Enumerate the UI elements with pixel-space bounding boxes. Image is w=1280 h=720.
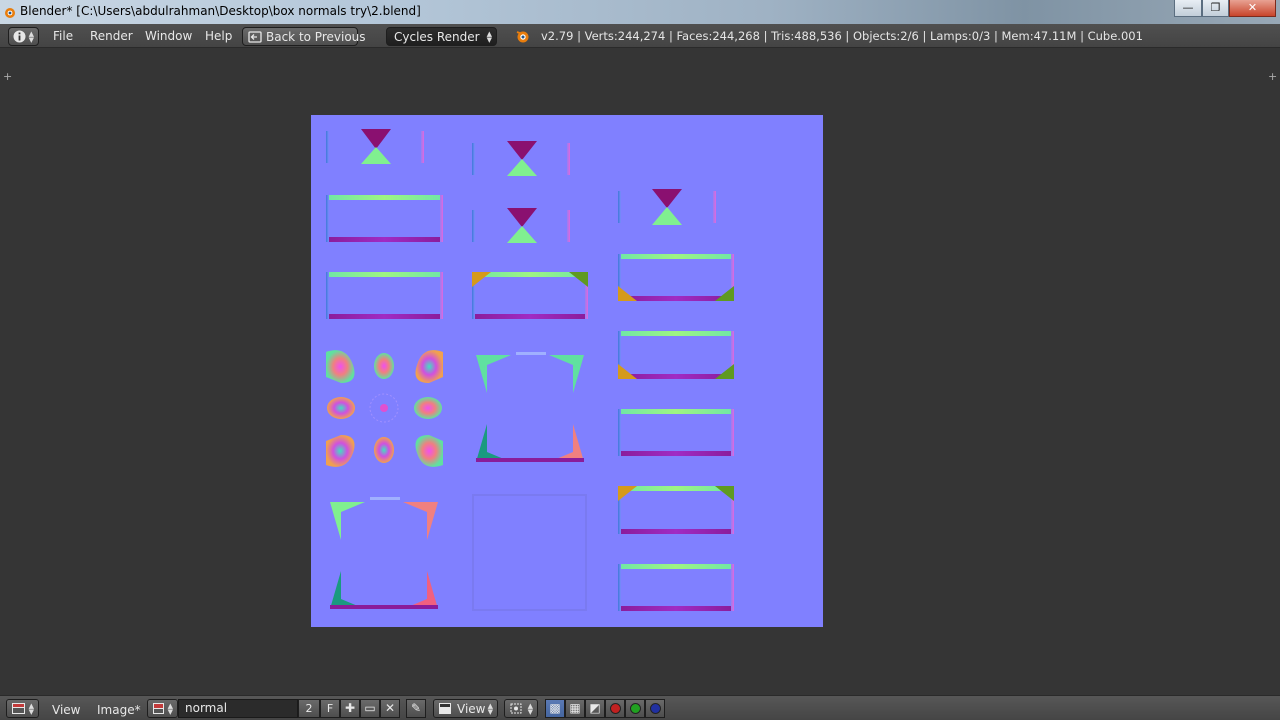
updown-arrows-icon: ▲ ▼: [487, 702, 493, 716]
red-channel-icon: [610, 703, 621, 714]
view-mode-dropdown[interactable]: View ▲ ▼: [433, 699, 498, 718]
view-mode-label: View: [457, 702, 486, 716]
image-editor-icon: [12, 703, 25, 714]
updown-arrows-icon: ▲ ▼: [486, 30, 492, 44]
pivot-icon: [510, 703, 522, 714]
alpha-icon: ▦: [569, 701, 581, 715]
window-title: Blender* [C:\Users\abdulrahman\Desktop\b…: [20, 4, 421, 18]
area-split-handle-icon[interactable]: +: [3, 70, 12, 83]
image-name-field[interactable]: normal: [178, 699, 298, 718]
close-icon: ✕: [384, 701, 396, 715]
frame-island: [618, 564, 734, 611]
frame-island: [472, 272, 588, 319]
blender-logo-icon: [516, 31, 529, 43]
back-screen-icon: [248, 31, 262, 43]
blender-logo-icon: [5, 8, 15, 18]
fake-user-button[interactable]: F: [320, 699, 340, 718]
browse-image-button[interactable]: ▲ ▼: [147, 699, 178, 718]
view-mode-icon: [439, 703, 451, 714]
menu-render[interactable]: Render: [90, 29, 133, 43]
menu-view[interactable]: View: [52, 703, 80, 717]
red-channel-button[interactable]: [605, 699, 625, 718]
menu-file[interactable]: File: [53, 29, 73, 43]
green-channel-button[interactable]: [625, 699, 645, 718]
green-channel-icon: [630, 703, 641, 714]
user-count[interactable]: 2: [298, 699, 320, 718]
scene-statistics: v2.79 | Verts:244,274 | Faces:244,268 | …: [541, 29, 1143, 43]
area-split-handle-icon[interactable]: +: [1268, 70, 1277, 83]
frame-island: [618, 409, 734, 456]
square-bevel-island: [330, 497, 438, 609]
info-header: ▲ ▼ File Render Window Help Back to Previ…: [0, 24, 1280, 48]
frame-island: [618, 486, 734, 534]
updown-arrows-icon: ▲ ▼: [167, 702, 173, 716]
editor-type-selector[interactable]: ▲ ▼: [6, 699, 39, 718]
minimize-button[interactable]: —: [1174, 0, 1202, 17]
pivot-selector[interactable]: ▲ ▼: [504, 699, 538, 718]
menu-help[interactable]: Help: [205, 29, 232, 43]
square-bevel-island: [476, 352, 584, 462]
new-image-button[interactable]: ✚: [340, 699, 360, 718]
checker-icon: ▩: [549, 701, 561, 715]
corner-blobs-island: [326, 350, 443, 467]
frame-island: [618, 331, 734, 379]
updown-arrows-icon: ▲ ▼: [28, 30, 34, 44]
maximize-button[interactable]: ❐: [1202, 0, 1229, 17]
menu-window[interactable]: Window: [145, 29, 192, 43]
plus-icon: ✚: [344, 701, 356, 715]
render-engine-dropdown[interactable]: Cycles Render ▲ ▼: [386, 27, 497, 46]
frame-island: [326, 272, 443, 319]
folder-icon: ▭: [364, 701, 376, 715]
draw-zbuffer-button[interactable]: ◩: [585, 699, 605, 718]
normal-map-image[interactable]: [311, 115, 823, 627]
pin-icon: ✎: [410, 701, 422, 715]
unlink-image-button[interactable]: ✕: [380, 699, 400, 718]
close-button[interactable]: ✕: [1229, 0, 1276, 17]
updown-arrows-icon: ▲ ▼: [28, 702, 34, 716]
blue-channel-button[interactable]: [645, 699, 665, 718]
zbuffer-icon: ◩: [589, 701, 601, 715]
pin-image-button[interactable]: ✎: [406, 699, 426, 718]
frame-island: [618, 254, 734, 301]
draw-alpha-button[interactable]: ▦: [565, 699, 585, 718]
image-browse-icon: [153, 703, 164, 714]
back-to-previous-button[interactable]: Back to Previous: [242, 27, 366, 46]
menu-image[interactable]: Image*: [97, 703, 141, 717]
updown-arrows-icon: ▲ ▼: [527, 702, 533, 716]
info-icon: [13, 30, 26, 43]
window-titlebar[interactable]: Blender* [C:\Users\abdulrahman\Desktop\b…: [0, 0, 1280, 24]
open-image-button[interactable]: ▭: [360, 699, 380, 718]
blue-channel-icon: [650, 703, 661, 714]
image-editor-header: ▲ ▼ View Image* ▲ ▼ normal 2 F ✚ ▭ ✕ ✎ Vie…: [0, 695, 1280, 720]
render-engine-label: Cycles Render: [394, 30, 480, 44]
draw-color-button[interactable]: ▩: [545, 699, 565, 718]
editor-type-selector[interactable]: ▲ ▼: [8, 27, 39, 46]
frame-island: [326, 195, 443, 242]
back-to-previous-label: Back to Previous: [266, 30, 366, 44]
